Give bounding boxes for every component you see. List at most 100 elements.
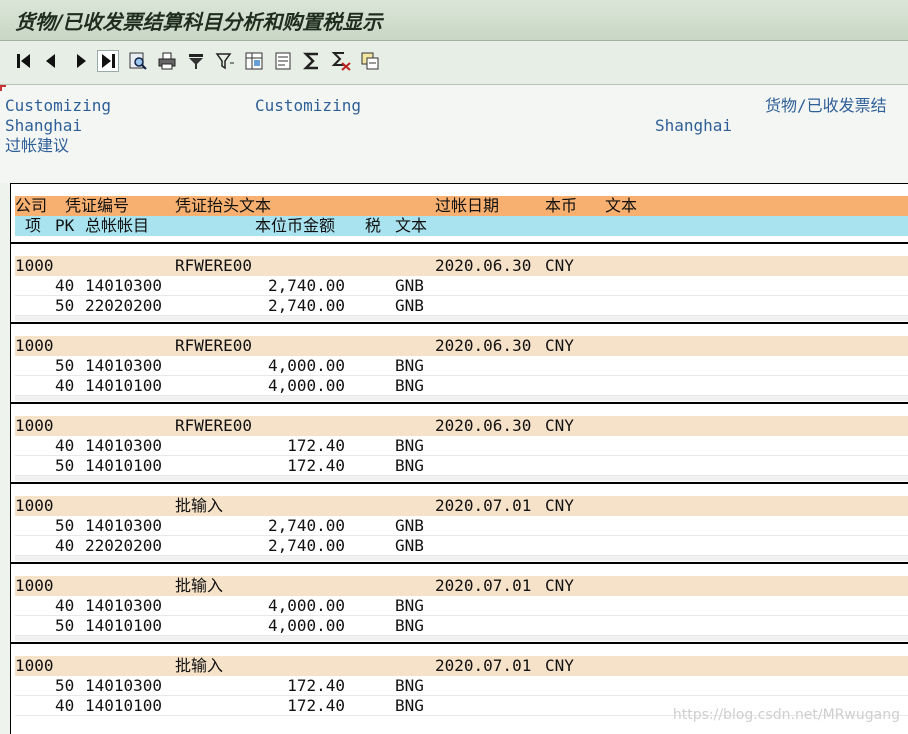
col-company: 公司 <box>15 196 48 215</box>
company-code: 1000 <box>15 496 54 515</box>
line-item-row[interactable]: 40 14010300 2,740.00 GNB <box>15 276 908 296</box>
tax-code: BNG <box>395 696 424 715</box>
last-page-icon[interactable] <box>97 50 119 72</box>
block-spacer <box>15 396 908 401</box>
sum-icon[interactable] <box>301 50 323 72</box>
print-icon[interactable] <box>156 50 178 72</box>
amount: 4,000.00 <box>267 616 345 635</box>
document-header-text: 批输入 <box>175 656 224 675</box>
report-header: Customizing Customizing 货物/已收发票结 Shangha… <box>0 85 908 183</box>
tax-code: BNG <box>395 456 424 475</box>
line-item-row[interactable]: 50 14010100 4,000.00 BNG <box>15 616 908 636</box>
previous-page-icon[interactable] <box>40 50 62 72</box>
header-report-title: 货物/已收发票结 <box>765 96 887 115</box>
window-title: 货物/已收发票结算科目分析和购置税显示 <box>15 10 383 34</box>
document-header-row[interactable]: 1000 批输入 2020.07.01 CNY <box>15 656 908 676</box>
line-item-row[interactable]: 50 14010300 172.40 BNG <box>15 676 908 696</box>
document-header-row[interactable]: 1000 RFWERE00 2020.06.30 CNY <box>15 336 908 356</box>
gl-account: 14010300 <box>85 596 163 615</box>
amount: 172.40 <box>287 456 345 475</box>
title-bar: 货物/已收发票结算科目分析和购置税显示 <box>0 0 908 41</box>
col-item: 项 <box>25 216 42 235</box>
separator <box>11 322 908 324</box>
separator <box>11 242 908 244</box>
tax-code: BNG <box>395 676 424 695</box>
col-header-text: 凭证抬头文本 <box>175 196 272 215</box>
header-client-left: Customizing <box>5 96 111 115</box>
tax-code: BNG <box>395 596 424 615</box>
document-header-text: RFWERE00 <box>175 416 253 435</box>
report-list: 公司 凭证编号 凭证抬头文本 过帐日期 本币 文本 项 PK 总帐帐目 本位币金… <box>10 183 908 734</box>
funnel-icon[interactable] <box>214 50 236 72</box>
col-item-text: 文本 <box>395 216 428 235</box>
gl-account: 14010300 <box>85 356 163 375</box>
posting-key: 50 <box>55 456 75 475</box>
find-icon[interactable] <box>127 50 149 72</box>
amount: 2,740.00 <box>267 276 345 295</box>
header-city-right: Shanghai <box>655 116 733 135</box>
block-spacer <box>15 476 908 481</box>
document-header-row[interactable]: 1000 RFWERE00 2020.06.30 CNY <box>15 256 908 276</box>
posting-key: 40 <box>55 696 75 715</box>
col-posting-date: 过帐日期 <box>435 196 500 215</box>
posting-date: 2020.06.30 <box>435 336 532 355</box>
posting-date: 2020.06.30 <box>435 416 532 435</box>
document-header-text: 批输入 <box>175 576 224 595</box>
next-page-icon[interactable] <box>70 50 92 72</box>
line-item-row[interactable]: 40 14010300 172.40 BNG <box>15 436 908 456</box>
col-posting-key: PK <box>55 216 75 235</box>
header-posting-proposal: 过帐建议 <box>5 136 70 155</box>
document-header-text: 批输入 <box>175 496 224 515</box>
company-code: 1000 <box>15 656 54 675</box>
separator <box>11 562 908 564</box>
tax-code: GNB <box>395 516 424 535</box>
line-item-row[interactable]: 50 14010300 2,740.00 GNB <box>15 516 908 536</box>
subtotal-icon[interactable] <box>330 50 352 72</box>
gl-account: 14010100 <box>85 696 163 715</box>
choose-layout-icon[interactable] <box>243 50 265 72</box>
gl-account: 14010300 <box>85 436 163 455</box>
currency: CNY <box>545 576 574 595</box>
separator <box>11 402 908 404</box>
line-item-row[interactable]: 40 22020200 2,740.00 GNB <box>15 536 908 556</box>
block-spacer <box>15 556 908 561</box>
line-item-row[interactable]: 40 14010300 4,000.00 BNG <box>15 596 908 616</box>
currency: CNY <box>545 336 574 355</box>
gl-account: 14010100 <box>85 456 163 475</box>
col-amount-local: 本位币金额 <box>255 216 336 235</box>
block-spacer <box>15 316 908 321</box>
posting-key: 50 <box>55 516 75 535</box>
posting-key: 50 <box>55 356 75 375</box>
line-item-row[interactable]: 50 14010100 172.40 BNG <box>15 456 908 476</box>
watermark: https://blog.csdn.net/MRwugang <box>672 707 900 723</box>
document-header-row[interactable]: 1000 批输入 2020.07.01 CNY <box>15 576 908 596</box>
currency: CNY <box>545 416 574 435</box>
tax-code: BNG <box>395 616 424 635</box>
document-header-row[interactable]: 1000 RFWERE00 2020.06.30 CNY <box>15 416 908 436</box>
posting-date: 2020.07.01 <box>435 576 532 595</box>
line-item-row[interactable]: 50 14010300 4,000.00 BNG <box>15 356 908 376</box>
line-item-row[interactable]: 50 22020200 2,740.00 GNB <box>15 296 908 316</box>
posting-key: 50 <box>55 676 75 695</box>
col-doc-number: 凭证编号 <box>65 196 130 215</box>
document-header-row[interactable]: 1000 批输入 2020.07.01 CNY <box>15 496 908 516</box>
posting-key: 40 <box>55 276 75 295</box>
column-header-item: 项 PK 总帐帐目 本位币金额 税 文本 <box>15 216 908 236</box>
separator <box>11 642 908 644</box>
first-page-icon[interactable] <box>13 50 35 72</box>
posting-date: 2020.07.01 <box>435 656 532 675</box>
gl-account: 14010300 <box>85 676 163 695</box>
separator <box>11 482 908 484</box>
export-icon[interactable] <box>359 50 381 72</box>
tax-code: GNB <box>395 536 424 555</box>
currency: CNY <box>545 256 574 275</box>
save-layout-icon[interactable] <box>272 50 294 72</box>
posting-key: 40 <box>55 536 75 555</box>
company-code: 1000 <box>15 416 54 435</box>
filter-icon[interactable] <box>185 50 207 72</box>
cursor-marker-vertical <box>0 85 2 91</box>
gl-account: 14010300 <box>85 516 163 535</box>
posting-key: 50 <box>55 616 75 635</box>
line-item-row[interactable]: 40 14010100 4,000.00 BNG <box>15 376 908 396</box>
posting-key: 50 <box>55 296 75 315</box>
